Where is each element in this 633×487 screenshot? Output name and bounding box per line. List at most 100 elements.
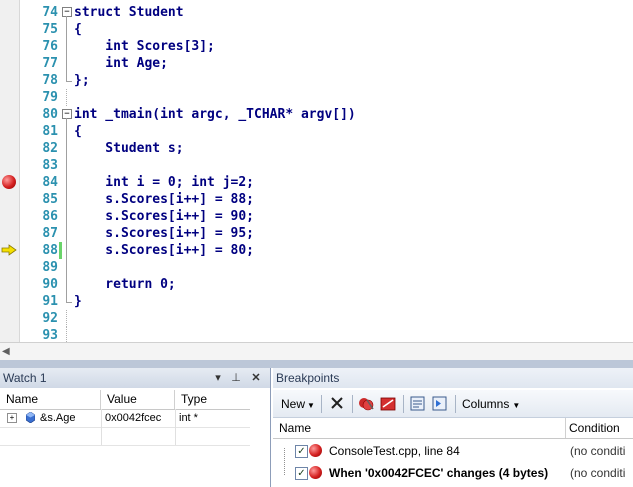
code-text[interactable]: }; <box>74 72 90 89</box>
gutter-cell[interactable] <box>0 191 19 208</box>
outline-margin <box>62 140 72 157</box>
go-to-disassembly-icon[interactable] <box>431 395 449 412</box>
line-number: 87 <box>42 226 58 241</box>
code-text[interactable]: return 0; <box>74 276 175 293</box>
outline-margin[interactable]: − <box>62 106 72 123</box>
gutter-cell[interactable] <box>0 157 19 174</box>
watch-empty-row[interactable] <box>0 427 250 446</box>
gutter-cell[interactable] <box>0 242 19 259</box>
panel-splitter[interactable] <box>0 360 633 368</box>
outline-margin <box>62 21 72 38</box>
line-number: 86 <box>42 209 58 224</box>
line-number: 88 <box>42 243 58 258</box>
code-line[interactable]: 92 <box>0 310 633 327</box>
watch-value[interactable]: 0x0042fcec <box>101 409 176 427</box>
code-text[interactable]: s.Scores[i++] = 88; <box>74 191 254 208</box>
data-breakpoint-row[interactable]: ✓ When '0x0042FCEC' changes (4 bytes) (n… <box>273 462 633 484</box>
code-line[interactable]: 84 int i = 0; int j=2; <box>0 174 633 191</box>
code-text[interactable]: { <box>74 21 82 38</box>
code-line[interactable]: 79 <box>0 89 633 106</box>
code-line[interactable]: 78}; <box>0 72 633 89</box>
code-line[interactable]: 76 int Scores[3]; <box>0 38 633 55</box>
gutter-cell[interactable] <box>0 225 19 242</box>
pin-icon[interactable]: ⊥ <box>229 371 243 385</box>
gutter-cell[interactable] <box>0 123 19 140</box>
current-statement-arrow-icon <box>1 244 17 256</box>
gutter-cell[interactable] <box>0 310 19 327</box>
code-text[interactable]: } <box>74 293 82 310</box>
watch-row[interactable]: + &s.Age 0x0042fcec int * <box>0 409 250 428</box>
gutter-cell[interactable] <box>0 4 19 21</box>
code-text[interactable]: struct Student <box>74 4 184 21</box>
gutter-cell[interactable] <box>0 208 19 225</box>
watch-col-name[interactable]: Name <box>0 390 101 409</box>
gutter-cell[interactable] <box>0 55 19 72</box>
code-text[interactable]: Student s; <box>74 140 183 157</box>
outline-margin <box>62 293 72 310</box>
code-text[interactable]: s.Scores[i++] = 95; <box>74 225 254 242</box>
go-to-source-icon[interactable] <box>409 395 427 412</box>
line-number: 82 <box>42 141 58 156</box>
gutter-cell[interactable] <box>0 276 19 293</box>
gutter-cell[interactable] <box>0 72 19 89</box>
code-text[interactable]: { <box>74 123 82 140</box>
code-line[interactable]: 88 s.Scores[i++] = 80; <box>0 242 633 259</box>
code-line[interactable]: 75 { <box>0 21 633 38</box>
toolbar-separator <box>352 395 353 413</box>
breakpoint-row[interactable]: ✓ ConsoleTest.cpp, line 84 (no conditi <box>273 440 633 462</box>
code-text[interactable]: int Scores[3]; <box>74 38 215 55</box>
collapse-icon[interactable]: − <box>62 7 72 17</box>
code-line[interactable]: 91} <box>0 293 633 310</box>
code-line[interactable]: 90 return 0; <box>0 276 633 293</box>
gutter-cell[interactable] <box>0 21 19 38</box>
bp-col-name[interactable]: Name <box>273 418 566 438</box>
code-line[interactable]: 83 <box>0 157 633 174</box>
dropdown-icon[interactable]: ▾ <box>211 371 225 385</box>
watch-col-value[interactable]: Value <box>101 390 175 409</box>
watch-col-type[interactable]: Type <box>175 390 249 409</box>
line-number: 93 <box>42 328 58 342</box>
code-line[interactable]: 89 <box>0 259 633 276</box>
new-button[interactable]: New ▼ <box>281 395 315 413</box>
horizontal-scrollbar[interactable]: ◀ <box>0 342 633 360</box>
breakpoint-icon[interactable] <box>2 175 16 189</box>
collapse-icon[interactable]: − <box>62 109 72 119</box>
breakpoint-checkbox[interactable]: ✓ <box>295 467 308 480</box>
code-line[interactable]: 87 s.Scores[i++] = 95; <box>0 225 633 242</box>
code-line[interactable]: 85 s.Scores[i++] = 88; <box>0 191 633 208</box>
code-text[interactable]: int Age; <box>74 55 168 72</box>
scroll-left-icon[interactable]: ◀ <box>2 346 10 357</box>
delete-icon[interactable] <box>328 395 346 412</box>
columns-button[interactable]: Columns ▼ <box>462 395 520 413</box>
gutter-cell[interactable] <box>0 174 19 191</box>
gutter-cell[interactable] <box>0 140 19 157</box>
gutter-cell[interactable] <box>0 106 19 123</box>
code-line[interactable]: 81 { <box>0 123 633 140</box>
disable-all-breakpoints-icon[interactable] <box>379 395 397 412</box>
code-text[interactable]: s.Scores[i++] = 90; <box>74 208 254 225</box>
code-line[interactable]: 74− struct Student <box>0 4 633 21</box>
code-editor[interactable]: 74− struct Student 75{76 int Scores[3]; 77 … <box>0 0 633 342</box>
code-line[interactable]: 93 <box>0 327 633 342</box>
code-line[interactable]: 80− int _tmain(int argc, _TCHAR* argv[]) <box>0 106 633 123</box>
gutter-cell[interactable] <box>0 38 19 55</box>
code-text[interactable]: int _tmain(int argc, _TCHAR* argv[]) <box>74 106 356 123</box>
code-line[interactable]: 77 int Age; <box>0 55 633 72</box>
expand-icon[interactable]: + <box>7 413 17 423</box>
watch-type: int * <box>179 412 198 424</box>
breakpoint-name: ConsoleTest.cpp, line 84 <box>329 444 460 458</box>
bp-col-condition[interactable]: Condition <box>563 418 620 438</box>
delete-all-breakpoints-icon[interactable] <box>357 395 375 412</box>
close-icon[interactable]: ✕ <box>249 371 263 385</box>
outline-margin[interactable]: − <box>62 4 72 21</box>
gutter-cell[interactable] <box>0 327 19 342</box>
outline-margin <box>62 225 72 242</box>
breakpoint-checkbox[interactable]: ✓ <box>295 445 308 458</box>
code-line[interactable]: 86 s.Scores[i++] = 90; <box>0 208 633 225</box>
gutter-cell[interactable] <box>0 259 19 276</box>
gutter-cell[interactable] <box>0 293 19 310</box>
code-line[interactable]: 82 Student s; <box>0 140 633 157</box>
gutter-cell[interactable] <box>0 89 19 106</box>
code-text[interactable]: int i = 0; int j=2; <box>74 174 254 191</box>
code-text[interactable]: s.Scores[i++] = 80; <box>74 242 254 259</box>
